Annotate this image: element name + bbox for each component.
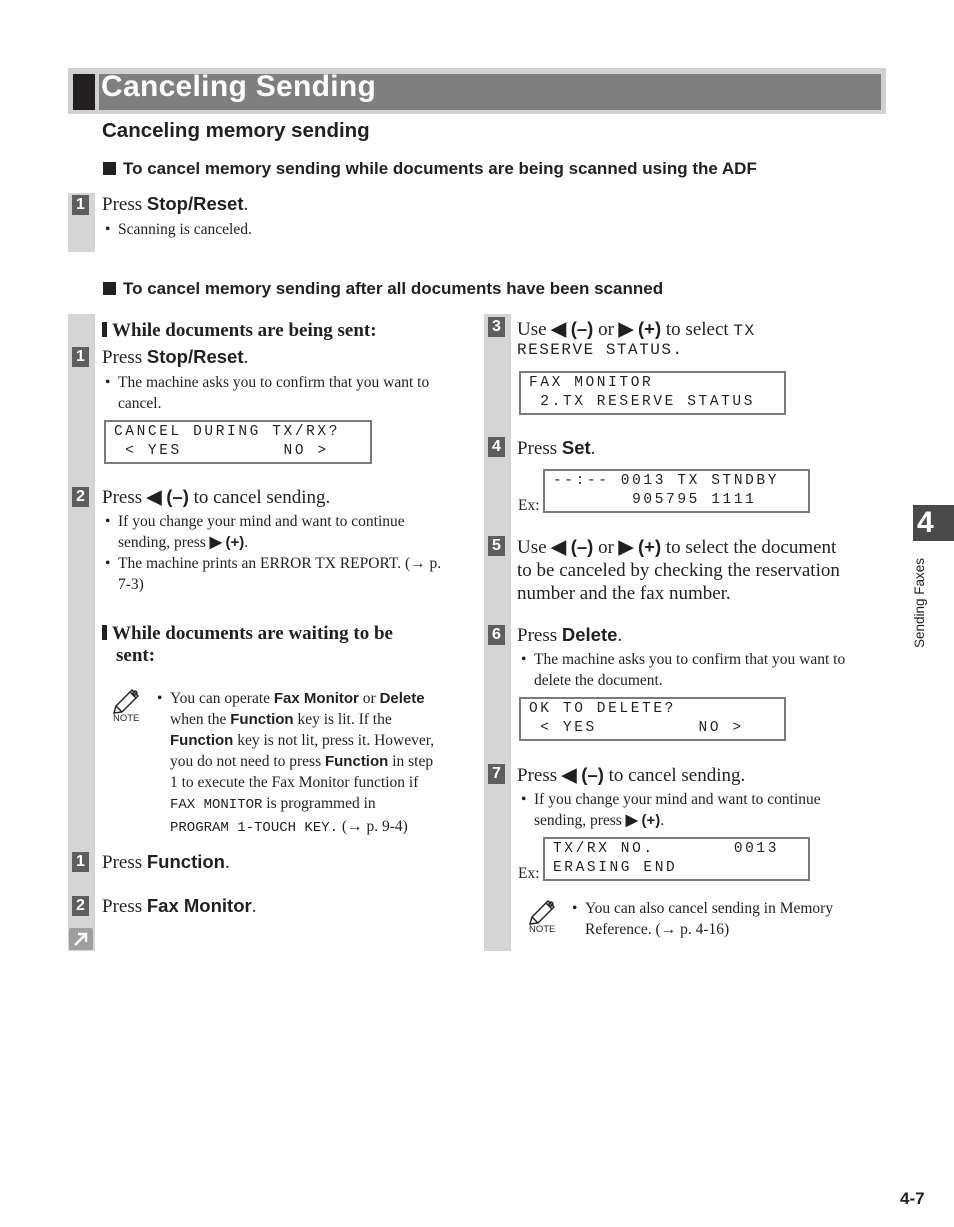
step-bullet: • The machine asks you to confirm that yo… xyxy=(521,651,846,689)
subheading-text: While documents are waiting to be xyxy=(112,623,393,644)
step-number: 1 xyxy=(72,195,89,215)
key-label: Fax Monitor xyxy=(146,895,252,916)
key-label: Stop/Reset xyxy=(146,193,244,214)
step-number: 4 xyxy=(488,437,505,457)
bullet-text: The machine asks you to confirm that you… xyxy=(118,374,430,412)
step-text: . xyxy=(251,896,257,917)
step-bullet: • If you change your mind and want to con… xyxy=(521,791,821,829)
step-instruction: Use ◀ (–) or ▶ (+) to select TX xyxy=(517,318,756,340)
subheading-text: While documents are being sent: xyxy=(112,320,377,341)
lcd-line: 905795 1111 xyxy=(553,492,757,508)
square-bullet-icon xyxy=(103,162,116,175)
step-instruction: Press ◀ (–) to cancel sending. xyxy=(102,486,330,509)
step-text: . xyxy=(243,194,249,215)
lcd-display: FAX MONITOR 2.TX RESERVE STATUS xyxy=(519,371,786,415)
step-text: Press xyxy=(102,194,147,215)
square-bullet-icon xyxy=(103,282,116,295)
step-instruction: Press Fax Monitor. xyxy=(102,895,256,918)
lcd-line: ERASING END xyxy=(553,860,678,876)
step-instruction: Press Delete. xyxy=(517,624,623,646)
section-subtitle: Canceling memory sending xyxy=(102,119,370,142)
note-text: • You can operate Fax Monitor or Delete w… xyxy=(157,690,435,836)
right-arrow-icon: ▶ xyxy=(209,534,222,551)
step-number: 1 xyxy=(72,347,89,367)
note-label: NOTE xyxy=(113,713,140,724)
subheading-while-waiting: While documents are waiting to be sent: xyxy=(102,623,462,667)
section-heading-text: To cancel memory sending while documents… xyxy=(123,159,757,178)
section-heading-text: To cancel memory sending after all docum… xyxy=(123,279,664,298)
chapter-label: Sending Faxes xyxy=(912,557,927,648)
lcd-display: OK TO DELETE? < YES NO > xyxy=(519,697,786,741)
bar-marker-icon xyxy=(102,322,107,337)
step-instruction: Press Stop/Reset. xyxy=(102,193,248,216)
example-label: Ex: xyxy=(518,497,540,514)
bullet-text: The machine asks you to confirm that you… xyxy=(534,651,846,689)
step-number: 2 xyxy=(72,896,89,916)
example-label: Ex: xyxy=(518,865,540,882)
right-arrow-icon: ▶ xyxy=(618,537,634,558)
step-bullet: • Scanning is canceled. xyxy=(105,221,252,238)
step-number: 2 xyxy=(72,487,89,507)
step-number: 7 xyxy=(488,764,505,784)
step-text: . xyxy=(224,852,230,873)
subheading-text: sent: xyxy=(116,645,156,666)
note-label: NOTE xyxy=(529,924,556,935)
section-heading-after: To cancel memory sending after all docum… xyxy=(103,279,663,299)
lcd-line: CANCEL DURING TX/RX? xyxy=(114,424,341,440)
right-arrow-icon: ▶ xyxy=(618,319,634,340)
subheading-while-sent: While documents are being sent: xyxy=(102,320,377,342)
continue-arrow-icon xyxy=(69,928,93,950)
step-instruction: Press Set. xyxy=(517,437,596,459)
left-arrow-icon: ◀ xyxy=(551,319,566,340)
lcd-line: FAX MONITOR xyxy=(529,375,654,391)
step-instruction: Press Function. xyxy=(102,851,230,874)
step-bullet: • If you change your mind and want to con… xyxy=(105,513,405,551)
lcd-display: CANCEL DURING TX/RX? < YES NO > xyxy=(104,420,372,464)
lcd-line: < YES NO > xyxy=(114,443,329,459)
step-bullet: • The machine asks you to confirm that yo… xyxy=(105,374,430,412)
bullet-text: The machine prints an ERROR TX REPORT. (… xyxy=(118,555,442,593)
bullet-text: . xyxy=(244,534,249,551)
lcd-line: --:-- 0013 TX STNDBY xyxy=(553,473,780,489)
bullet-text: Scanning is canceled. xyxy=(118,221,252,238)
page-title: Canceling Sending xyxy=(101,70,377,103)
key-label: (–) xyxy=(166,486,189,507)
lcd-line: OK TO DELETE? xyxy=(529,701,676,717)
step-instruction: Press Stop/Reset. xyxy=(102,346,248,369)
lcd-display: TX/RX NO. 0013 ERASING END xyxy=(543,837,810,881)
bullet-text: If you change your mind and want to cont… xyxy=(118,513,405,551)
bar-marker-icon xyxy=(102,625,107,640)
note-text: • You can also cancel sending in Memory R… xyxy=(572,900,834,938)
step-text: . xyxy=(243,347,249,368)
step-number: 1 xyxy=(72,852,89,872)
section-heading-adf: To cancel memory sending while documents… xyxy=(103,159,757,179)
left-arrow-icon: ◀ xyxy=(561,765,577,786)
step-number: 6 xyxy=(488,625,505,645)
right-arrow-icon: ▶ xyxy=(625,812,638,829)
title-marker xyxy=(73,74,95,110)
step-text: Press xyxy=(102,852,147,873)
lcd-line: TX/RX NO. 0013 xyxy=(553,841,780,857)
lcd-line: < YES NO > xyxy=(529,720,744,736)
key-label: (+) xyxy=(225,534,245,551)
step-text: to cancel sending. xyxy=(188,487,331,508)
step-instruction: Use ◀ (–) or ▶ (+) to select the documen… xyxy=(517,536,840,604)
lcd-line: 2.TX RESERVE STATUS xyxy=(529,394,756,410)
key-label: Function xyxy=(146,851,225,872)
lcd-display: --:-- 0013 TX STNDBY 905795 1111 xyxy=(543,469,810,513)
step-text: Press xyxy=(102,487,147,508)
step-text: Press xyxy=(102,347,147,368)
key-label: Stop/Reset xyxy=(146,346,244,367)
step-instruction: Press ◀ (–) to cancel sending. xyxy=(517,764,746,786)
step-instruction-continued: RESERVE STATUS. xyxy=(517,341,684,359)
chapter-tab: 4 xyxy=(913,505,954,541)
page-number: 4-7 xyxy=(900,1189,925,1208)
step-number: 5 xyxy=(488,536,505,556)
left-arrow-icon: ◀ xyxy=(551,537,566,558)
step-number: 3 xyxy=(488,317,505,337)
left-arrow-icon: ◀ xyxy=(146,487,162,508)
step-text: Press xyxy=(102,896,147,917)
step-bullet: • The machine prints an ERROR TX REPORT. … xyxy=(105,555,442,593)
